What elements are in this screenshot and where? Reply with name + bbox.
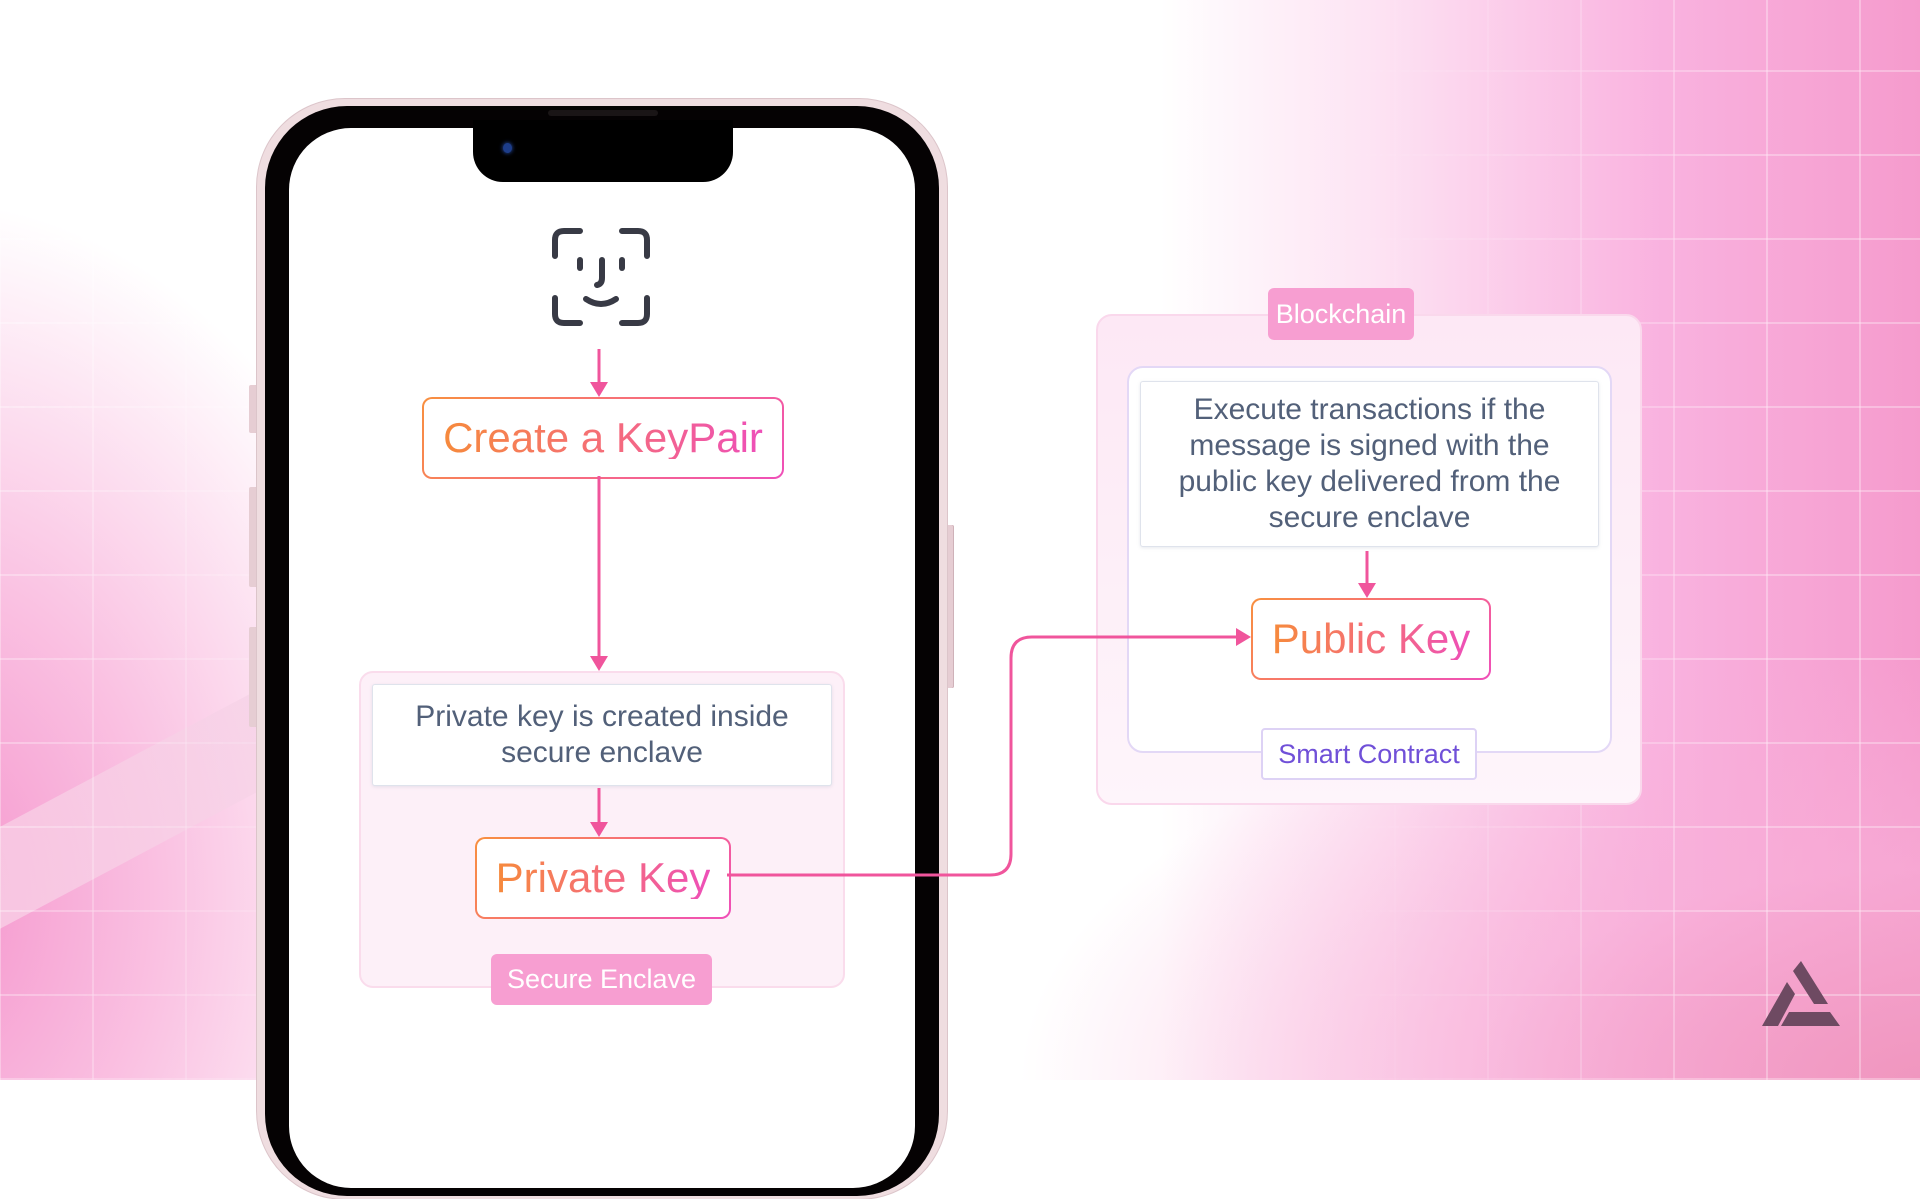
triangle-logo-icon	[1762, 961, 1840, 1026]
phone-camera	[503, 143, 512, 153]
create-keypair-step: Create a KeyPair	[422, 397, 784, 479]
face-id-icon	[552, 228, 650, 326]
enclave-description-text: Private key is created inside secure enc…	[415, 700, 789, 769]
phone-notch	[473, 120, 733, 182]
public-key-label: Public Key	[1271, 615, 1471, 662]
secure-enclave-label: Secure Enclave	[491, 954, 712, 1005]
private-key-box: Private Key	[475, 837, 731, 919]
contract-description-text: Execute transactions if the message is s…	[1178, 393, 1561, 534]
phone-side-button-power	[946, 525, 954, 688]
contract-description-box: Execute transactions if the message is s…	[1140, 381, 1599, 547]
blockchain-label: Blockchain	[1268, 288, 1414, 340]
create-keypair-label: Create a KeyPair	[443, 414, 763, 461]
enclave-description-box: Private key is created inside secure enc…	[372, 684, 832, 786]
smart-contract-label: Smart Contract	[1261, 728, 1477, 780]
phone-speaker	[548, 110, 658, 116]
public-key-box: Public Key	[1251, 598, 1491, 680]
private-key-label: Private Key	[495, 854, 711, 901]
